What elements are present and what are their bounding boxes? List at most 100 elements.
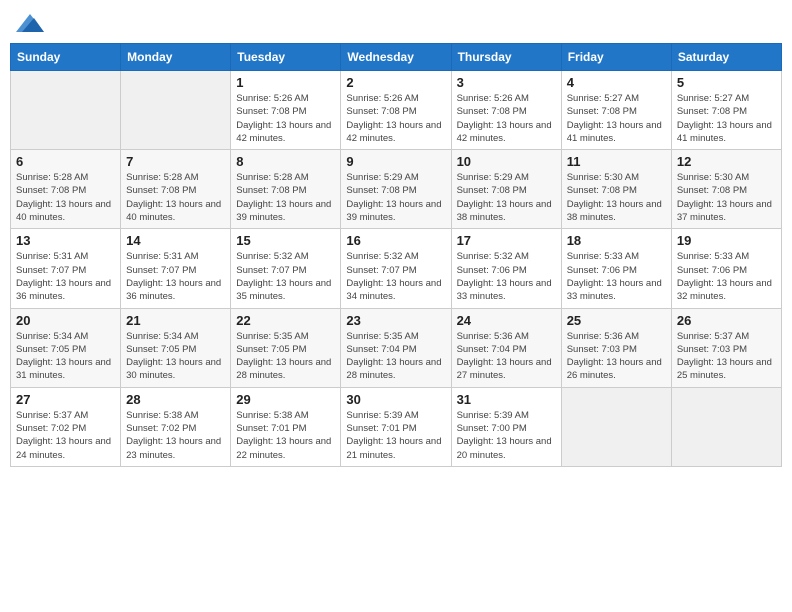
- day-of-week-header: Monday: [121, 44, 231, 71]
- calendar-week-row: 20 Sunrise: 5:34 AMSunset: 7:05 PMDayligh…: [11, 308, 782, 387]
- day-number: 9: [346, 154, 445, 169]
- calendar-cell: 13 Sunrise: 5:31 AMSunset: 7:07 PMDayligh…: [11, 229, 121, 308]
- day-detail: Sunrise: 5:38 AMSunset: 7:01 PMDaylight:…: [236, 409, 335, 462]
- calendar-cell: 9 Sunrise: 5:29 AMSunset: 7:08 PMDaylight…: [341, 150, 451, 229]
- logo: [14, 14, 44, 37]
- day-detail: Sunrise: 5:35 AMSunset: 7:04 PMDaylight:…: [346, 330, 445, 383]
- calendar-cell: [11, 71, 121, 150]
- day-number: 25: [567, 313, 666, 328]
- day-detail: Sunrise: 5:32 AMSunset: 7:06 PMDaylight:…: [457, 250, 556, 303]
- day-detail: Sunrise: 5:32 AMSunset: 7:07 PMDaylight:…: [236, 250, 335, 303]
- calendar-cell: 31Sunrise: 5:39 AMSunset: 7:00 PMDayligh…: [451, 387, 561, 466]
- calendar-cell: 5 Sunrise: 5:27 AMSunset: 7:08 PMDaylight…: [671, 71, 781, 150]
- page-header: [10, 10, 782, 37]
- calendar-cell: 7 Sunrise: 5:28 AMSunset: 7:08 PMDaylight…: [121, 150, 231, 229]
- day-number: 19: [677, 233, 776, 248]
- day-of-week-header: Tuesday: [231, 44, 341, 71]
- day-detail: Sunrise: 5:28 AMSunset: 7:08 PMDaylight:…: [126, 171, 225, 224]
- calendar-cell: 26 Sunrise: 5:37 AMSunset: 7:03 PMDayligh…: [671, 308, 781, 387]
- logo-icon: [16, 14, 44, 32]
- day-number: 5: [677, 75, 776, 90]
- day-number: 18: [567, 233, 666, 248]
- day-detail: Sunrise: 5:28 AMSunset: 7:08 PMDaylight:…: [236, 171, 335, 224]
- day-of-week-header: Sunday: [11, 44, 121, 71]
- day-number: 3: [457, 75, 556, 90]
- day-number: 23: [346, 313, 445, 328]
- day-number: 14: [126, 233, 225, 248]
- calendar-cell: 20 Sunrise: 5:34 AMSunset: 7:05 PMDayligh…: [11, 308, 121, 387]
- day-detail: Sunrise: 5:35 AMSunset: 7:05 PMDaylight:…: [236, 330, 335, 383]
- day-number: 1: [236, 75, 335, 90]
- calendar-cell: 21 Sunrise: 5:34 AMSunset: 7:05 PMDayligh…: [121, 308, 231, 387]
- day-number: 26: [677, 313, 776, 328]
- day-detail: Sunrise: 5:27 AMSunset: 7:08 PMDaylight:…: [567, 92, 666, 145]
- calendar-cell: 22 Sunrise: 5:35 AMSunset: 7:05 PMDayligh…: [231, 308, 341, 387]
- day-detail: Sunrise: 5:29 AMSunset: 7:08 PMDaylight:…: [346, 171, 445, 224]
- calendar-cell: 15 Sunrise: 5:32 AMSunset: 7:07 PMDayligh…: [231, 229, 341, 308]
- calendar-cell: 12 Sunrise: 5:30 AMSunset: 7:08 PMDayligh…: [671, 150, 781, 229]
- day-detail: Sunrise: 5:37 AMSunset: 7:02 PMDaylight:…: [16, 409, 115, 462]
- day-of-week-header: Friday: [561, 44, 671, 71]
- calendar-cell: 3Sunrise: 5:26 AMSunset: 7:08 PMDaylight…: [451, 71, 561, 150]
- calendar-cell: 23 Sunrise: 5:35 AMSunset: 7:04 PMDayligh…: [341, 308, 451, 387]
- day-number: 11: [567, 154, 666, 169]
- calendar-cell: 8Sunrise: 5:28 AMSunset: 7:08 PMDaylight…: [231, 150, 341, 229]
- day-detail: Sunrise: 5:29 AMSunset: 7:08 PMDaylight:…: [457, 171, 556, 224]
- calendar-cell: 1 Sunrise: 5:26 AMSunset: 7:08 PMDaylight…: [231, 71, 341, 150]
- day-of-week-header: Wednesday: [341, 44, 451, 71]
- day-number: 13: [16, 233, 115, 248]
- day-number: 12: [677, 154, 776, 169]
- day-number: 4: [567, 75, 666, 90]
- calendar-week-row: 13 Sunrise: 5:31 AMSunset: 7:07 PMDayligh…: [11, 229, 782, 308]
- day-detail: Sunrise: 5:30 AMSunset: 7:08 PMDaylight:…: [677, 171, 776, 224]
- day-number: 10: [457, 154, 556, 169]
- day-detail: Sunrise: 5:26 AMSunset: 7:08 PMDaylight:…: [346, 92, 445, 145]
- calendar-cell: 10 Sunrise: 5:29 AMSunset: 7:08 PMDayligh…: [451, 150, 561, 229]
- calendar-cell: [671, 387, 781, 466]
- calendar-cell: 4 Sunrise: 5:27 AMSunset: 7:08 PMDaylight…: [561, 71, 671, 150]
- day-detail: Sunrise: 5:26 AMSunset: 7:08 PMDaylight:…: [236, 92, 335, 145]
- calendar-cell: 6Sunrise: 5:28 AMSunset: 7:08 PMDaylight…: [11, 150, 121, 229]
- day-detail: Sunrise: 5:33 AMSunset: 7:06 PMDaylight:…: [677, 250, 776, 303]
- calendar-cell: 30 Sunrise: 5:39 AMSunset: 7:01 PMDayligh…: [341, 387, 451, 466]
- calendar-cell: [561, 387, 671, 466]
- day-detail: Sunrise: 5:33 AMSunset: 7:06 PMDaylight:…: [567, 250, 666, 303]
- day-number: 24: [457, 313, 556, 328]
- calendar-cell: 17 Sunrise: 5:32 AMSunset: 7:06 PMDayligh…: [451, 229, 561, 308]
- calendar-cell: 16Sunrise: 5:32 AMSunset: 7:07 PMDayligh…: [341, 229, 451, 308]
- calendar-cell: 2Sunrise: 5:26 AMSunset: 7:08 PMDaylight…: [341, 71, 451, 150]
- day-number: 21: [126, 313, 225, 328]
- day-number: 27: [16, 392, 115, 407]
- day-detail: Sunrise: 5:39 AMSunset: 7:01 PMDaylight:…: [346, 409, 445, 462]
- calendar-week-row: 1 Sunrise: 5:26 AMSunset: 7:08 PMDaylight…: [11, 71, 782, 150]
- day-of-week-header: Saturday: [671, 44, 781, 71]
- day-number: 6: [16, 154, 115, 169]
- calendar-cell: 25 Sunrise: 5:36 AMSunset: 7:03 PMDayligh…: [561, 308, 671, 387]
- day-number: 20: [16, 313, 115, 328]
- day-number: 17: [457, 233, 556, 248]
- calendar-week-row: 27 Sunrise: 5:37 AMSunset: 7:02 PMDayligh…: [11, 387, 782, 466]
- calendar-cell: 18 Sunrise: 5:33 AMSunset: 7:06 PMDayligh…: [561, 229, 671, 308]
- day-number: 30: [346, 392, 445, 407]
- day-number: 31: [457, 392, 556, 407]
- calendar-header-row: SundayMondayTuesdayWednesdayThursdayFrid…: [11, 44, 782, 71]
- calendar-cell: 14 Sunrise: 5:31 AMSunset: 7:07 PMDayligh…: [121, 229, 231, 308]
- day-number: 29: [236, 392, 335, 407]
- day-detail: Sunrise: 5:27 AMSunset: 7:08 PMDaylight:…: [677, 92, 776, 145]
- day-detail: Sunrise: 5:36 AMSunset: 7:03 PMDaylight:…: [567, 330, 666, 383]
- day-detail: Sunrise: 5:37 AMSunset: 7:03 PMDaylight:…: [677, 330, 776, 383]
- day-detail: Sunrise: 5:36 AMSunset: 7:04 PMDaylight:…: [457, 330, 556, 383]
- day-detail: Sunrise: 5:34 AMSunset: 7:05 PMDaylight:…: [126, 330, 225, 383]
- day-detail: Sunrise: 5:31 AMSunset: 7:07 PMDaylight:…: [126, 250, 225, 303]
- day-detail: Sunrise: 5:31 AMSunset: 7:07 PMDaylight:…: [16, 250, 115, 303]
- calendar-cell: 28Sunrise: 5:38 AMSunset: 7:02 PMDayligh…: [121, 387, 231, 466]
- day-number: 22: [236, 313, 335, 328]
- day-detail: Sunrise: 5:34 AMSunset: 7:05 PMDaylight:…: [16, 330, 115, 383]
- calendar-cell: 24 Sunrise: 5:36 AMSunset: 7:04 PMDayligh…: [451, 308, 561, 387]
- day-of-week-header: Thursday: [451, 44, 561, 71]
- day-number: 7: [126, 154, 225, 169]
- calendar-week-row: 6 Sunrise: 5:28 AMSunset: 7:08 PMDaylight…: [11, 150, 782, 229]
- calendar-cell: [121, 71, 231, 150]
- day-number: 15: [236, 233, 335, 248]
- day-detail: Sunrise: 5:32 AMSunset: 7:07 PMDaylight:…: [346, 250, 445, 303]
